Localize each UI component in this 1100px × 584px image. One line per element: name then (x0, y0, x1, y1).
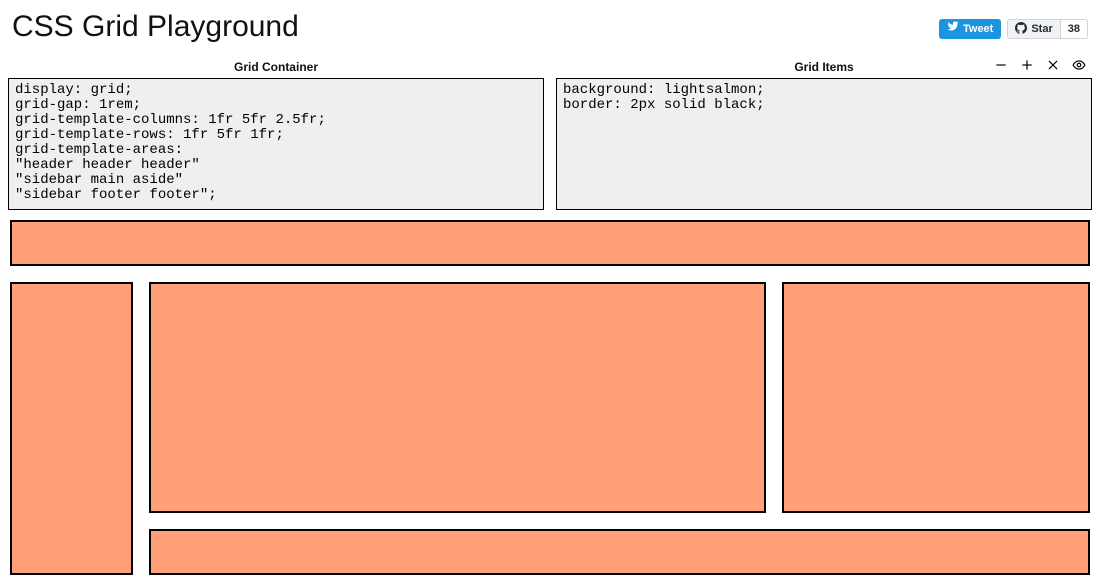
eye-icon (1071, 58, 1087, 77)
grid-cell-header (10, 220, 1090, 266)
github-star-count[interactable]: 38 (1061, 19, 1088, 39)
toggle-visibility-button[interactable] (1072, 60, 1086, 74)
minus-icon (994, 58, 1008, 77)
reset-button[interactable] (1046, 60, 1060, 74)
grid-items-editor: Grid Items (556, 56, 1092, 210)
editors-row: Grid Container Grid Items (8, 56, 1092, 210)
preview-area (8, 220, 1092, 575)
twitter-icon (947, 19, 959, 39)
grid-preview (10, 220, 1090, 575)
grid-container-editor: Grid Container (8, 56, 544, 210)
grid-items-label: Grid Items (794, 60, 853, 74)
grid-cell-sidebar (10, 282, 133, 575)
add-item-button[interactable] (1020, 60, 1034, 74)
grid-items-code-input[interactable] (556, 78, 1092, 210)
github-star-button[interactable]: Star (1007, 19, 1060, 39)
grid-items-toolbar (994, 56, 1086, 78)
github-star-label: Star (1031, 23, 1052, 35)
github-star-group[interactable]: Star 38 (1007, 19, 1088, 39)
page-title: CSS Grid Playground (12, 10, 299, 44)
close-icon (1046, 58, 1060, 77)
plus-icon (1020, 58, 1034, 77)
remove-item-button[interactable] (994, 60, 1008, 74)
social-buttons: Tweet Star 38 (939, 19, 1088, 39)
grid-cell-footer (149, 529, 1090, 575)
header-row: CSS Grid Playground Tweet Star 38 (8, 8, 1092, 50)
tweet-button-label: Tweet (963, 19, 993, 39)
grid-container-code-input[interactable] (8, 78, 544, 210)
grid-items-editor-head: Grid Items (556, 56, 1092, 78)
grid-container-label: Grid Container (234, 60, 318, 74)
tweet-button[interactable]: Tweet (939, 19, 1001, 39)
grid-cell-main (149, 282, 765, 513)
github-icon (1015, 22, 1027, 37)
grid-cell-aside (782, 282, 1090, 513)
grid-container-editor-head: Grid Container (8, 56, 544, 78)
